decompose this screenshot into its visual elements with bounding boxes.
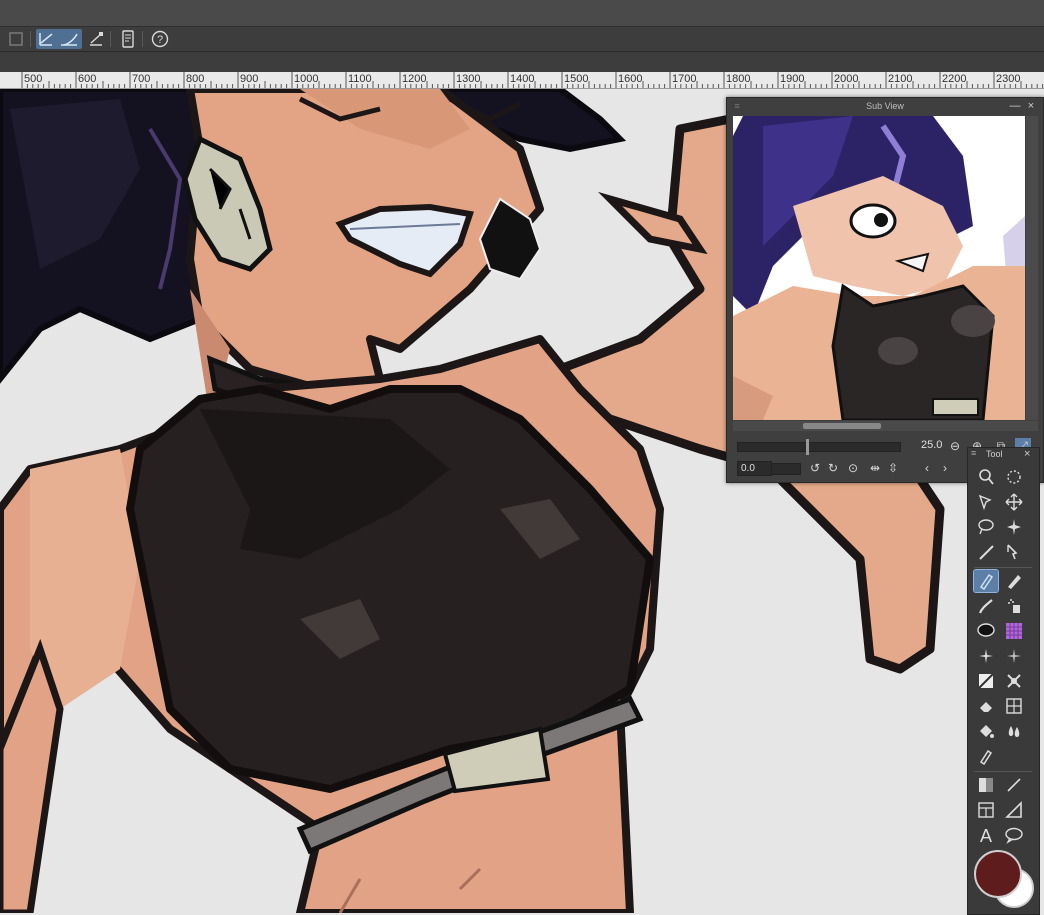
gradient-icon[interactable]: [974, 774, 998, 796]
main-color-swatch[interactable]: [974, 850, 1022, 898]
balloon-icon[interactable]: [974, 620, 998, 642]
toolbar-divider: [110, 31, 111, 47]
gradient-fill-icon[interactable]: [974, 670, 998, 692]
blend-icon[interactable]: [1002, 720, 1026, 742]
ruler-label: 1600: [618, 73, 643, 85]
move-icon[interactable]: [1002, 491, 1026, 513]
panel-grip-icon[interactable]: ≡: [971, 448, 976, 458]
sub-view-horizontal-scrollbar[interactable]: [733, 421, 1038, 431]
svg-text:?: ?: [157, 34, 163, 46]
rotation-slider[interactable]: [771, 463, 801, 475]
auto-select-icon[interactable]: [1002, 516, 1026, 538]
correct-line-icon[interactable]: [36, 29, 82, 49]
ruler-label: 800: [186, 73, 205, 85]
sub-view-vertical-scrollbar[interactable]: [1026, 116, 1038, 420]
tool-panel[interactable]: ≡ Tool × A: [967, 447, 1040, 915]
sub-view-title: Sub View: [866, 101, 904, 111]
pen-icon[interactable]: [973, 569, 999, 593]
move-layer-icon[interactable]: [1002, 466, 1026, 488]
ruler-label: 700: [132, 73, 151, 85]
zoom-slider-handle[interactable]: [806, 439, 809, 455]
zoom-icon[interactable]: [974, 466, 998, 488]
text-icon[interactable]: A: [974, 824, 998, 846]
command-bar: ?: [0, 27, 1044, 52]
triangle-ruler-icon[interactable]: [1002, 799, 1026, 821]
vector-pen-icon[interactable]: [974, 745, 998, 767]
rotation-value[interactable]: 0.0: [737, 461, 772, 476]
flip-vertical-icon[interactable]: ⇳: [885, 460, 901, 476]
ruler-label: 1400: [510, 73, 535, 85]
zoom-slider[interactable]: [737, 439, 901, 455]
operation-icon[interactable]: [974, 491, 998, 513]
ruler-label: 1900: [780, 73, 805, 85]
title-bar: [0, 0, 1044, 27]
panel-icon[interactable]: [974, 799, 998, 821]
eraser-icon[interactable]: [974, 695, 998, 717]
help-icon[interactable]: ?: [150, 29, 170, 49]
ruler-label: 2000: [834, 73, 859, 85]
next-image-icon[interactable]: ›: [937, 460, 953, 476]
ruler-label: 1300: [456, 73, 481, 85]
svg-text:A: A: [980, 826, 992, 845]
lasso-icon[interactable]: [974, 516, 998, 538]
stabilization-icon[interactable]: [86, 29, 106, 49]
minimize-icon[interactable]: —: [1009, 100, 1021, 112]
speech-bubble-icon[interactable]: [1002, 824, 1026, 846]
ruler-label: 1800: [726, 73, 751, 85]
zoom-out-icon[interactable]: ⊖: [947, 438, 963, 454]
flip-horizontal-icon[interactable]: ⇹: [867, 460, 883, 476]
canvas-header: [0, 52, 1044, 72]
object-select-icon[interactable]: [1002, 541, 1026, 563]
ruler-label: 2300: [996, 73, 1021, 85]
tablet-icon[interactable]: [118, 29, 138, 49]
horizontal-ruler: 500 600 700 800 900 1000 1100 1200 1300 1400 1500 1…: [0, 72, 1044, 89]
ruler-label: 900: [240, 73, 259, 85]
close-icon[interactable]: ×: [1024, 448, 1030, 460]
screentone-icon[interactable]: [1002, 620, 1026, 642]
sub-view-panel[interactable]: Sub View ≡ — × 25.0 ⊖ ⊕ ⧉ ⤢ 0.0 ↺ ↻ ⊙ ⇹ …: [726, 97, 1044, 483]
tool-panel-title: Tool: [986, 449, 1003, 459]
preview-image: [733, 116, 1025, 420]
ruler-label: 1000: [294, 73, 319, 85]
tool-divider: [974, 771, 1032, 772]
ruler-label: 600: [78, 73, 97, 85]
eyedropper-icon[interactable]: [974, 541, 998, 563]
rotate-left-icon[interactable]: ↺: [807, 460, 823, 476]
toolbar-divider: [30, 31, 31, 47]
panel-grip-icon[interactable]: ≡: [731, 100, 743, 112]
rotate-right-icon[interactable]: ↻: [825, 460, 841, 476]
ruler-label: 500: [24, 73, 43, 85]
sparkle-icon[interactable]: [974, 645, 998, 667]
airbrush-icon[interactable]: [1002, 595, 1026, 617]
close-icon[interactable]: ×: [1025, 100, 1037, 112]
ruler-label: 1500: [564, 73, 589, 85]
transparent-icon[interactable]: [1002, 670, 1026, 692]
ruler-label: 1200: [402, 73, 427, 85]
layer-icon[interactable]: [6, 29, 26, 49]
line-icon[interactable]: [1002, 774, 1026, 796]
brush-icon[interactable]: [974, 595, 998, 617]
scrollbar-thumb[interactable]: [803, 423, 881, 429]
pencil-icon[interactable]: [1002, 570, 1026, 592]
zoom-value: 25.0: [921, 439, 943, 451]
reset-rotation-icon[interactable]: ⊙: [845, 460, 861, 476]
sparkle-alt-icon[interactable]: [1002, 645, 1026, 667]
frame-icon[interactable]: [1002, 695, 1026, 717]
ruler-label: 2200: [942, 73, 967, 85]
previous-image-icon[interactable]: ‹: [919, 460, 935, 476]
ruler-label: 1100: [348, 73, 372, 85]
ruler-label: 2100: [888, 73, 913, 85]
ruler-label: 1700: [672, 73, 697, 85]
fill-icon[interactable]: [974, 720, 998, 742]
sub-view-preview[interactable]: [733, 116, 1025, 420]
tool-divider: [974, 567, 1032, 568]
toolbar-divider: [142, 31, 143, 47]
